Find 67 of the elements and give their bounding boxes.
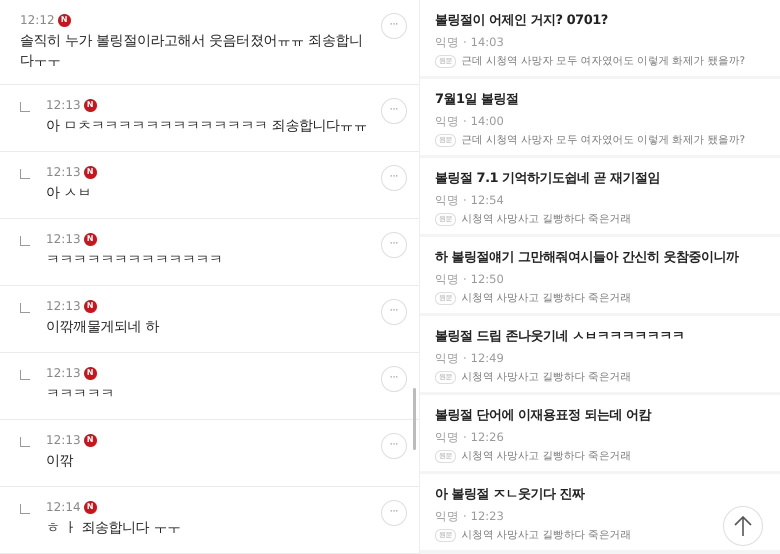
more-button[interactable]: ··· (381, 98, 407, 124)
post-author: 익명 (435, 428, 459, 446)
separator: · (463, 350, 467, 366)
more-button[interactable]: ··· (381, 13, 407, 39)
source-title: 시청역 사망사고 길빵하다 죽은거래 (461, 370, 632, 385)
source-title: 시청역 사망사고 길빵하다 죽은거래 (461, 290, 632, 306)
post-time: 12:23 (470, 508, 504, 524)
comment-text: ㅋㅋㅋㅋㅋㅋㅋㅋㅋㅋㅋㅋㅋ (46, 251, 224, 270)
separator: · (463, 270, 467, 288)
separator: · (463, 192, 467, 208)
post-author: 익명 (435, 270, 459, 288)
post-time: 14:00 (470, 112, 504, 130)
new-badge: N (84, 434, 97, 446)
separator: · (463, 112, 467, 130)
separator: · (463, 428, 467, 446)
post-title[interactable]: 하 볼링절얘기 그만해줘여시들아 간신히 웃참중이니까 (435, 248, 765, 268)
post-title[interactable]: 아 볼링절 ㅈㄴ웃기다 진짜 (435, 485, 765, 504)
comment-text: 아 ㅁㅊㅋㅋㅋㅋㅋㅋㅋㅋㅋㅋㅋㅋㅋ 죄송합니다ㅠㅠ (46, 117, 368, 136)
more-button[interactable]: ··· (381, 500, 407, 526)
post-author: 익명 (435, 112, 459, 130)
post-author: 익명 (435, 34, 459, 50)
source-title: 근데 시청역 사망자 모두 여자였어도 이렇게 화제가 됐을까? (461, 54, 745, 69)
post-time: 12:50 (470, 270, 504, 288)
comment-text: 아 ㅅㅂ (46, 184, 92, 203)
separator: · (463, 508, 467, 524)
new-badge: N (84, 166, 97, 178)
post-title[interactable]: 7월1일 볼링절 (435, 90, 765, 110)
comment-time: 12:13 (46, 164, 81, 181)
comment-time: 12:13 (46, 432, 81, 449)
more-button[interactable]: ··· (381, 165, 407, 191)
post-author: 익명 (435, 508, 459, 524)
comment-text: 솔직히 누가 볼링절이라고해서 웃음터졌어ㅠㅠ 죄송합니다ㅜㅜ (20, 32, 364, 71)
new-badge: N (84, 98, 97, 112)
comment-text: 이깎깨물게되네 하 (46, 318, 160, 337)
post-author: 익명 (435, 350, 459, 366)
source-title: 시청역 사망사고 길빵하다 죽은거래 (461, 448, 632, 464)
comment-text: 이깎 (46, 452, 74, 471)
comment-text: ㅎ ㅏ 죄송합니다 ㅜㅜ (46, 519, 182, 538)
comment-time: 12:13 (46, 97, 81, 114)
comment-text: ㅋㅋㅋㅋㅋ (46, 385, 116, 404)
post-time: 14:03 (470, 34, 504, 50)
post-time: 12:26 (470, 428, 504, 446)
post-title[interactable]: 볼링절이 어제인 거지? 0701? (435, 11, 765, 30)
more-button[interactable]: ··· (381, 232, 407, 258)
new-badge: N (84, 232, 97, 246)
post-title[interactable]: 볼링절 7.1 기억하기도쉽네 곧 재기절임 (435, 169, 765, 188)
comment-time: 12:13 (46, 231, 81, 248)
post-title[interactable]: 볼링절 드립 존나웃기네 ㅅㅂㅋㅋㅋㅋㅋㅋㅋ (435, 327, 765, 346)
post-title[interactable]: 볼링절 단어에 이재용표정 되는데 어캄 (435, 406, 765, 426)
post-author: 익명 (435, 192, 459, 208)
new-badge: N (84, 300, 97, 312)
comment-time: 12:13 (46, 298, 81, 315)
more-button[interactable]: ··· (381, 433, 407, 459)
source-title: 근데 시청역 사망자 모두 여자였어도 이렇게 화제가 됐을까? (461, 132, 745, 148)
source-title: 시청역 사망사고 길빵하다 죽은거래 (461, 528, 632, 543)
more-button[interactable]: ··· (381, 299, 407, 325)
post-time: 12:49 (470, 350, 504, 366)
new-badge: N (84, 366, 97, 380)
post-time: 12:54 (470, 192, 504, 208)
separator: · (463, 34, 467, 50)
comment-time: 12:12 (20, 12, 55, 29)
new-badge: N (84, 500, 97, 514)
comment-time: 12:13 (46, 365, 81, 382)
new-badge: N (58, 14, 71, 26)
comment-time: 12:14 (46, 499, 81, 516)
source-title: 시청역 사망사고 길빵하다 죽은거래 (461, 212, 632, 227)
more-button[interactable]: ··· (381, 366, 407, 392)
